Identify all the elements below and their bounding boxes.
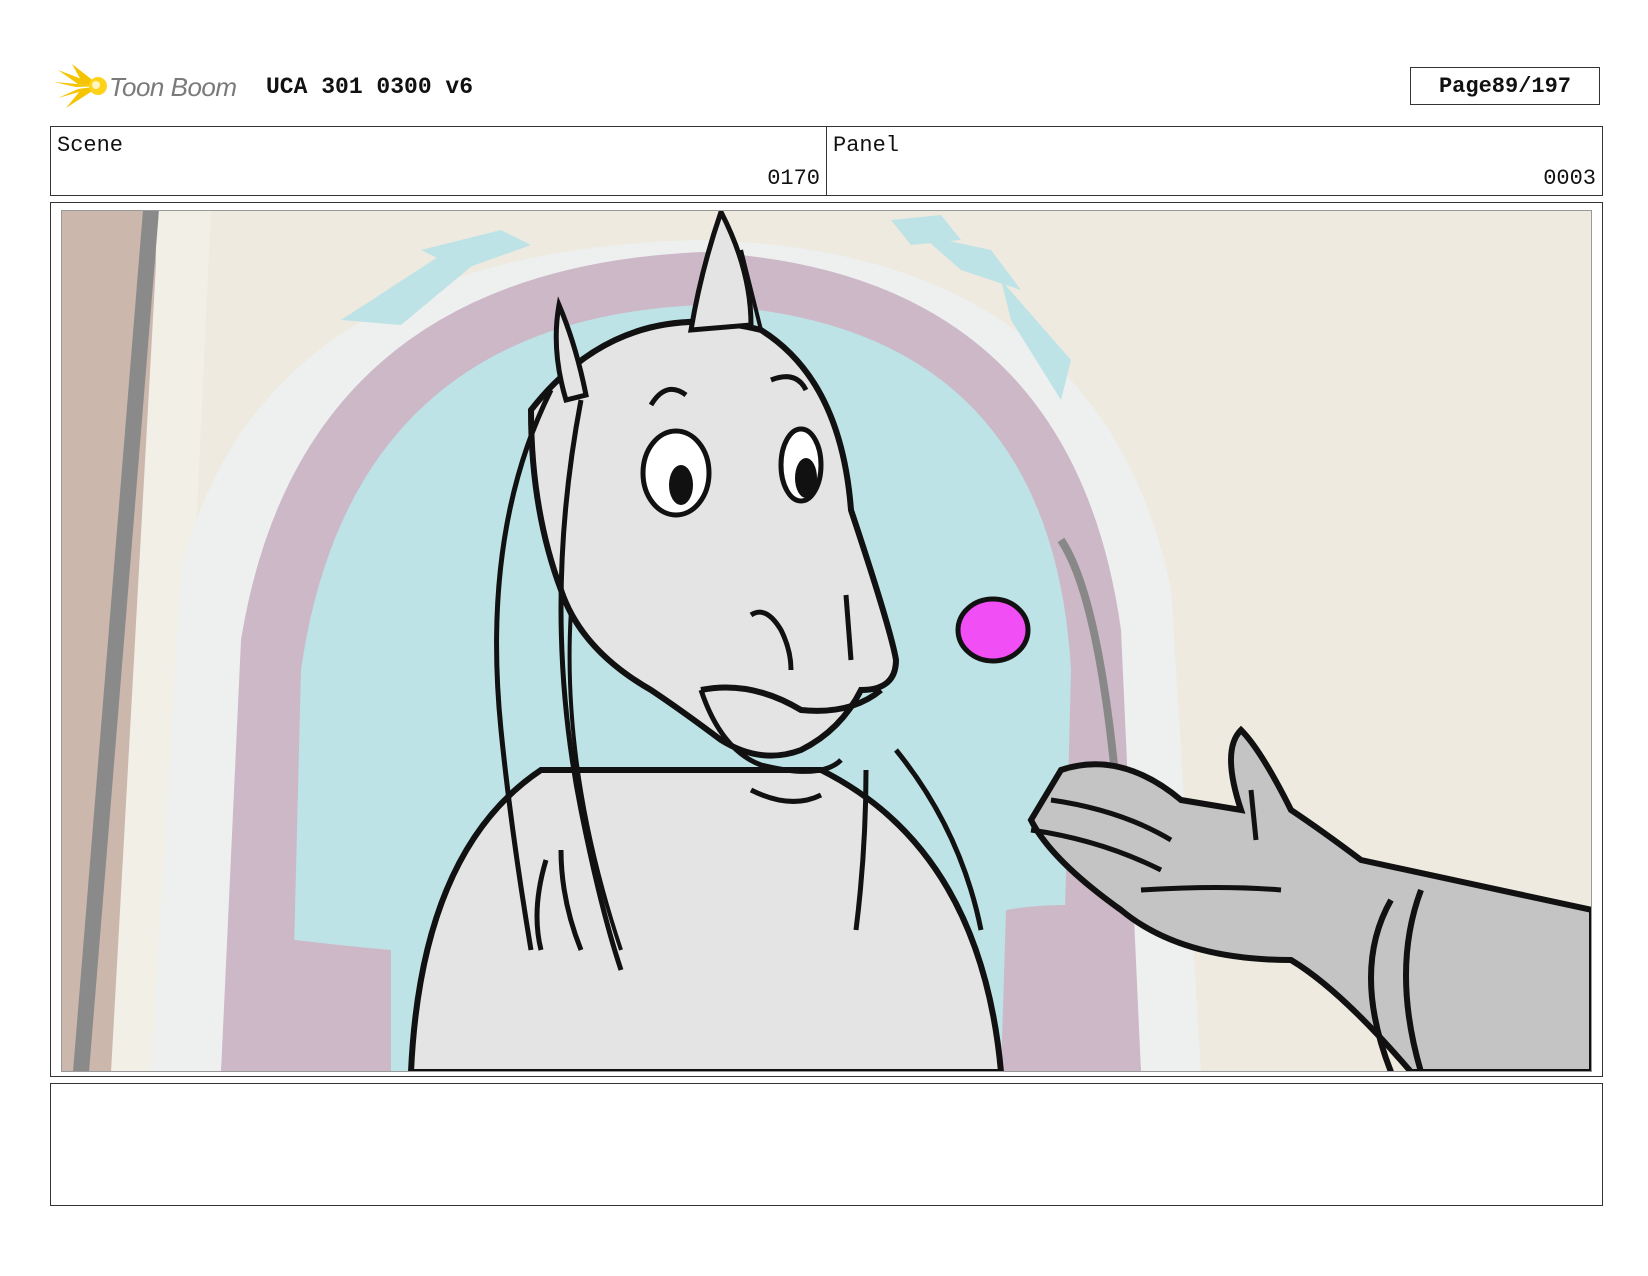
page-label: Page xyxy=(1438,73,1492,99)
document-title: UCA 301 0300 v6 xyxy=(266,74,474,100)
scene-label: Scene xyxy=(57,133,124,158)
logo-text: Toon Boom xyxy=(109,72,237,102)
notes-box xyxy=(50,1083,1603,1206)
magenta-marker xyxy=(955,596,1031,664)
storyboard-drawing xyxy=(61,210,1592,1072)
page-number: 89/197 xyxy=(1491,73,1572,99)
toon-boom-logo: Toon Boom xyxy=(52,58,252,114)
page-indicator: Page 89/197 xyxy=(1410,67,1600,105)
panel-cell: Panel 0003 xyxy=(826,127,1602,195)
panel-label: Panel xyxy=(833,133,900,158)
scene-cell: Scene 0170 xyxy=(51,127,826,195)
starburst-icon xyxy=(54,64,107,108)
panel-number: 0003 xyxy=(1543,166,1596,191)
scene-number: 0170 xyxy=(767,166,820,191)
scene-panel-row: Scene 0170 Panel 0003 xyxy=(50,126,1603,196)
